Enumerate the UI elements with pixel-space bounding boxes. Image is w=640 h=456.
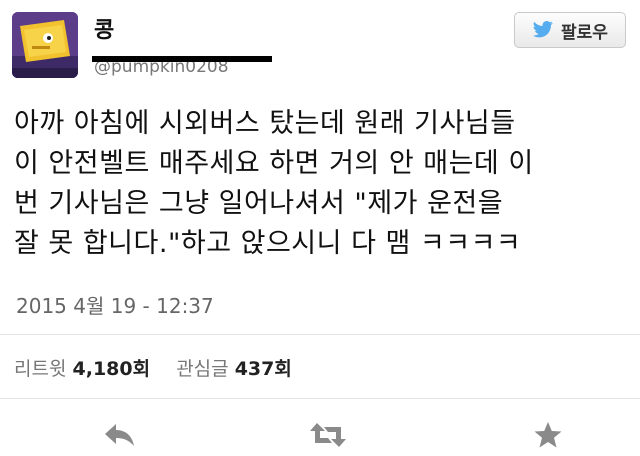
retweets-count[interactable]: 4,180회 <box>73 358 151 380</box>
retweet-icon <box>310 423 346 447</box>
display-name[interactable]: 콩 <box>94 12 114 44</box>
favorites-count[interactable]: 437회 <box>235 358 292 380</box>
twitter-bird-icon <box>532 21 554 38</box>
divider <box>0 398 640 399</box>
avatar[interactable] <box>12 12 78 78</box>
tweet-line: 이 안전벨트 매주세요 하면 거의 안 매는데 이 <box>14 148 534 179</box>
tweet-line: 아까 아침에 시외버스 탔는데 원래 기사님들 <box>14 108 516 139</box>
user-handle-container: @pumpkin0208 <box>92 56 272 78</box>
divider <box>0 334 640 335</box>
tweet-line: 잘 못 합니다."하고 앉으시니 다 맴 ㅋㅋㅋㅋ <box>14 228 522 259</box>
avatar-image <box>12 12 78 78</box>
follow-button[interactable]: 팔로우 <box>514 12 626 48</box>
redaction-bar <box>92 56 272 62</box>
favorites-label: 관심글 <box>176 358 229 380</box>
retweets-label: 리트윗 <box>14 358 67 380</box>
reply-button[interactable] <box>98 418 142 452</box>
reply-icon <box>105 424 134 446</box>
star-icon <box>534 422 562 448</box>
retweet-button[interactable] <box>306 418 350 452</box>
tweet-line: 번 기사님은 그냥 일어나셔서 "제가 운전을 <box>14 188 504 219</box>
tweet-timestamp: 2015 4월 19 - 12:37 <box>16 294 214 318</box>
favorite-button[interactable] <box>526 418 570 452</box>
tweet-stats: 리트윗 4,180회 관심글 437회 <box>14 354 292 381</box>
tweet-text: 아까 아침에 시외버스 탔는데 원래 기사님들 이 안전벨트 매주세요 하면 거… <box>14 104 626 264</box>
follow-button-label: 팔로우 <box>561 22 608 43</box>
